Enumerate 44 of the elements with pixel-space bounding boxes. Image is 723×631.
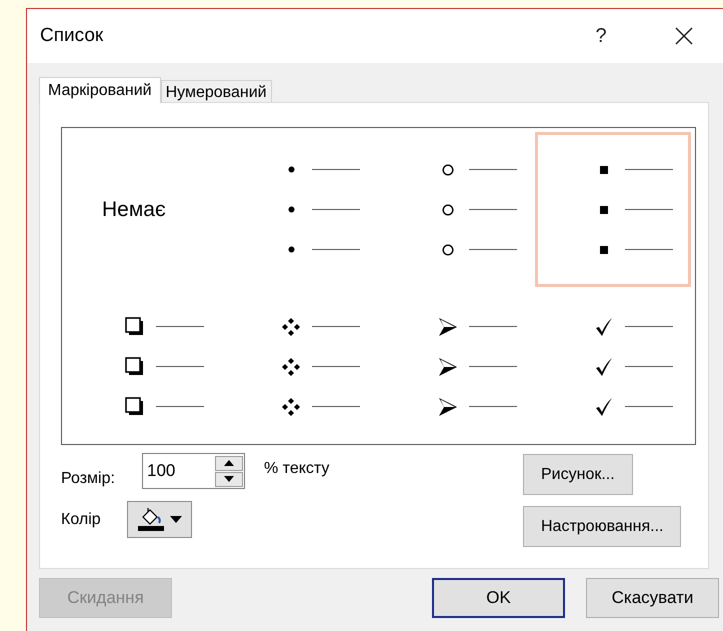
check-icon [594, 316, 613, 336]
size-label: Розмір: [61, 469, 116, 489]
box-icon [125, 396, 145, 416]
spin-down-button[interactable] [215, 472, 243, 486]
color-label: Колір [61, 510, 102, 530]
spin-up-button[interactable] [215, 456, 243, 470]
check-icon [594, 396, 613, 416]
paint-bucket-icon [140, 508, 162, 526]
bullet-style-option[interactable]: Немає [66, 132, 222, 287]
square-icon [600, 206, 608, 214]
arrowhead-icon [438, 316, 458, 336]
diamond-icon [281, 316, 302, 336]
color-swatch [138, 526, 164, 531]
dialog-button[interactable]: OK [432, 578, 565, 618]
dropdown-arrow-icon [170, 516, 182, 523]
down-arrow-icon [224, 476, 234, 482]
help-button[interactable]: ? [576, 16, 626, 56]
diamond-icon [281, 396, 302, 416]
circle-icon [442, 204, 454, 216]
square-icon [600, 166, 608, 174]
circle-icon [442, 164, 454, 176]
square-icon [600, 246, 608, 254]
size-unit-label: % тексту [264, 459, 330, 479]
diamond-icon [281, 356, 302, 376]
size-input[interactable]: 100 [143, 458, 213, 484]
bullet-icon [288, 246, 295, 253]
dialog-button[interactable]: Скасувати [586, 578, 719, 618]
side-button[interactable]: Настроювання... [523, 506, 682, 547]
color-picker-button[interactable] [127, 501, 192, 538]
arrowhead-icon [438, 356, 458, 376]
side-button[interactable]: Рисунок... [523, 454, 633, 495]
close-icon [675, 27, 693, 45]
bullet-icon [288, 166, 295, 173]
bullet-icon [288, 206, 295, 213]
box-icon [125, 316, 145, 336]
tab[interactable]: Маркірований [39, 77, 161, 103]
circle-icon [442, 244, 454, 256]
size-spin-field[interactable]: 100 [142, 453, 245, 489]
window-title: Список [40, 24, 104, 48]
up-arrow-icon [224, 460, 234, 466]
tab[interactable]: Нумерований [160, 80, 272, 102]
check-icon [594, 356, 613, 376]
arrowhead-icon [438, 396, 458, 416]
box-icon [125, 356, 145, 376]
